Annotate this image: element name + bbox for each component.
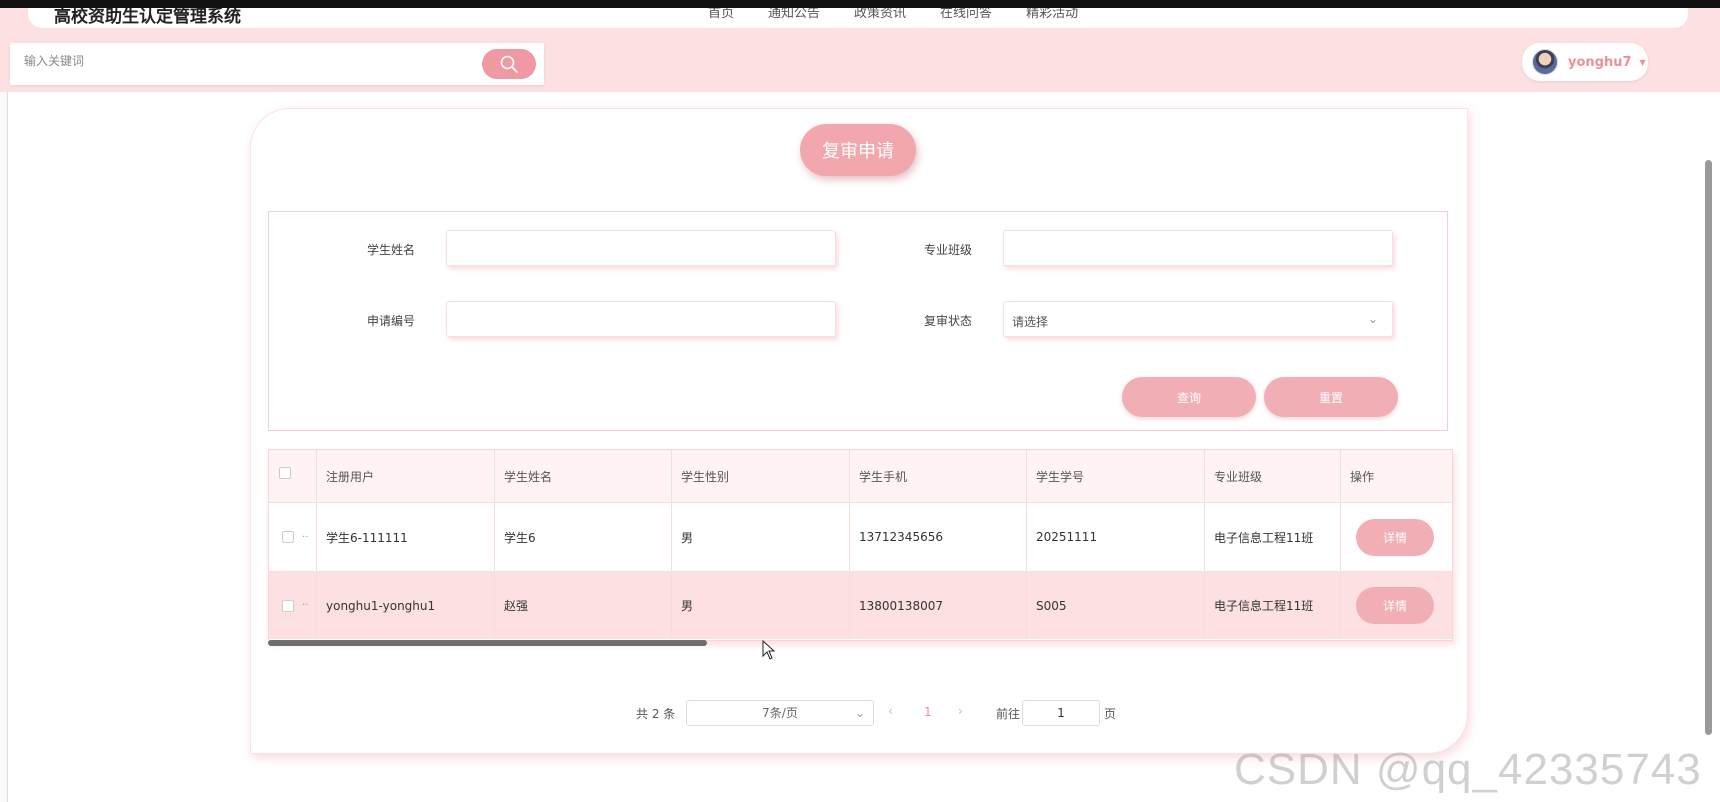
apply-no-input[interactable] — [446, 301, 836, 337]
search-button[interactable] — [482, 49, 536, 79]
table-row: ·· 学生6-111111 学生6 男 13712345656 20251111… — [269, 503, 1452, 572]
column-header[interactable]: 专业班级 — [1205, 450, 1341, 502]
nav-item-policy[interactable]: 政策资讯 — [854, 8, 906, 21]
review-status-select[interactable]: 请选择 ⌄ — [1003, 301, 1393, 337]
search-box — [10, 43, 544, 85]
goto-label: 前往 — [996, 707, 1021, 721]
reset-button[interactable]: 重置 — [1264, 377, 1398, 417]
cell-gender: 男 — [672, 503, 850, 571]
table-header: 注册用户 学生姓名 学生性别 学生手机 学生学号 专业班级 操作 — [269, 450, 1452, 503]
cell-user: 学生6-111111 — [317, 503, 495, 571]
select-all-cell — [269, 450, 317, 502]
page-number[interactable]: 1 — [924, 705, 932, 719]
data-table: 注册用户 学生姓名 学生性别 学生手机 学生学号 专业班级 操作 ·· 学生6-… — [268, 449, 1453, 641]
major-class-label: 专业班级 — [923, 243, 972, 257]
cell-user: yonghu1-yonghu1 — [317, 572, 495, 639]
nav-menu: 首页 通知公告 政策资讯 在线问答 精彩活动 — [708, 8, 1078, 21]
watermark: CSDN @qq_42335743 — [1234, 745, 1702, 794]
page-size-select[interactable]: 7条/页 ⌄ — [686, 700, 874, 726]
main-card — [250, 108, 1468, 754]
detail-button[interactable]: 详情 — [1356, 587, 1434, 624]
row-checkbox[interactable] — [282, 599, 294, 612]
goto-unit: 页 — [1104, 707, 1117, 721]
cell-name: 学生6 — [495, 503, 672, 571]
nav-item-activity[interactable]: 精彩活动 — [1026, 8, 1078, 21]
select-all-checkbox[interactable] — [279, 467, 291, 479]
row-select-cell: ·· — [269, 572, 317, 639]
nav-item-qa[interactable]: 在线问答 — [940, 8, 992, 21]
cell-class: 电子信息工程11班 — [1205, 572, 1341, 639]
chevron-down-icon: ▼ — [1639, 57, 1646, 67]
cell-gender: 男 — [672, 572, 850, 639]
cell-action: 详情 — [1341, 572, 1452, 639]
pagination: 共 2 条 7条/页 ⌄ ‹ 1 › 前往 1 页 — [0, 700, 1720, 726]
cell-phone: 13712345656 — [850, 503, 1027, 571]
major-class-input[interactable] — [1003, 230, 1393, 266]
next-page-icon[interactable]: › — [958, 704, 963, 718]
avatar — [1532, 49, 1558, 75]
row-checkbox[interactable] — [282, 531, 294, 543]
column-header[interactable]: 注册用户 — [317, 450, 495, 502]
left-border — [0, 92, 8, 802]
column-header[interactable]: 学生姓名 — [495, 450, 672, 502]
column-header[interactable]: 学生学号 — [1027, 450, 1205, 502]
window-top-bar — [0, 0, 1720, 8]
chevron-down-icon: ⌄ — [1367, 312, 1378, 326]
apply-no-label: 申请编号 — [366, 314, 415, 328]
search-form: 学生姓名 专业班级 申请编号 复审状态 请选择 ⌄ 查询 重置 — [268, 211, 1448, 431]
search-input[interactable] — [24, 54, 464, 68]
username: yonghu7 — [1568, 54, 1632, 70]
cell-name: 赵强 — [495, 572, 672, 639]
mouse-cursor-icon — [762, 640, 776, 660]
cell-phone: 13800138007 — [850, 572, 1027, 639]
cell-student-no: S005 — [1027, 572, 1205, 639]
column-header[interactable]: 学生手机 — [850, 450, 1027, 502]
review-status-label: 复审状态 — [923, 314, 972, 328]
user-menu[interactable]: yonghu7 ▼ — [1522, 43, 1648, 81]
cell-action: 详情 — [1341, 503, 1452, 571]
nav-item-home[interactable]: 首页 — [708, 8, 734, 21]
goto-page-input[interactable]: 1 — [1022, 700, 1100, 726]
column-header: 操作 — [1350, 469, 1375, 484]
site-header: 高校资助生认定管理系统 首页 通知公告 政策资讯 在线问答 精彩活动 yongh… — [0, 8, 1720, 92]
nav-item-notice[interactable]: 通知公告 — [768, 8, 820, 21]
site-title: 高校资助生认定管理系统 — [54, 8, 241, 27]
student-name-label: 学生姓名 — [366, 243, 415, 257]
search-icon — [500, 55, 518, 73]
row-select-cell: ·· — [269, 503, 317, 571]
detail-button[interactable]: 详情 — [1356, 518, 1434, 556]
pagination-total: 共 2 条 — [636, 707, 676, 721]
query-button[interactable]: 查询 — [1122, 377, 1256, 417]
page-title: 复审申请 — [800, 124, 916, 176]
chevron-down-icon: ⌄ — [854, 706, 865, 720]
cell-class: 电子信息工程11班 — [1205, 503, 1341, 571]
horizontal-scrollbar[interactable] — [268, 640, 707, 646]
top-nav-bar: 高校资助生认定管理系统 首页 通知公告 政策资讯 在线问答 精彩活动 — [28, 8, 1688, 28]
review-status-value: 请选择 — [1012, 315, 1049, 329]
table-row: ·· yonghu1-yonghu1 赵强 男 13800138007 S005… — [269, 572, 1452, 639]
vertical-scrollbar-thumb[interactable] — [1705, 160, 1712, 735]
page-size-value: 7条/页 — [762, 706, 798, 720]
student-name-input[interactable] — [446, 230, 836, 266]
prev-page-icon[interactable]: ‹ — [888, 704, 893, 718]
column-header[interactable]: 学生性别 — [672, 450, 850, 502]
cell-student-no: 20251111 — [1027, 503, 1205, 571]
